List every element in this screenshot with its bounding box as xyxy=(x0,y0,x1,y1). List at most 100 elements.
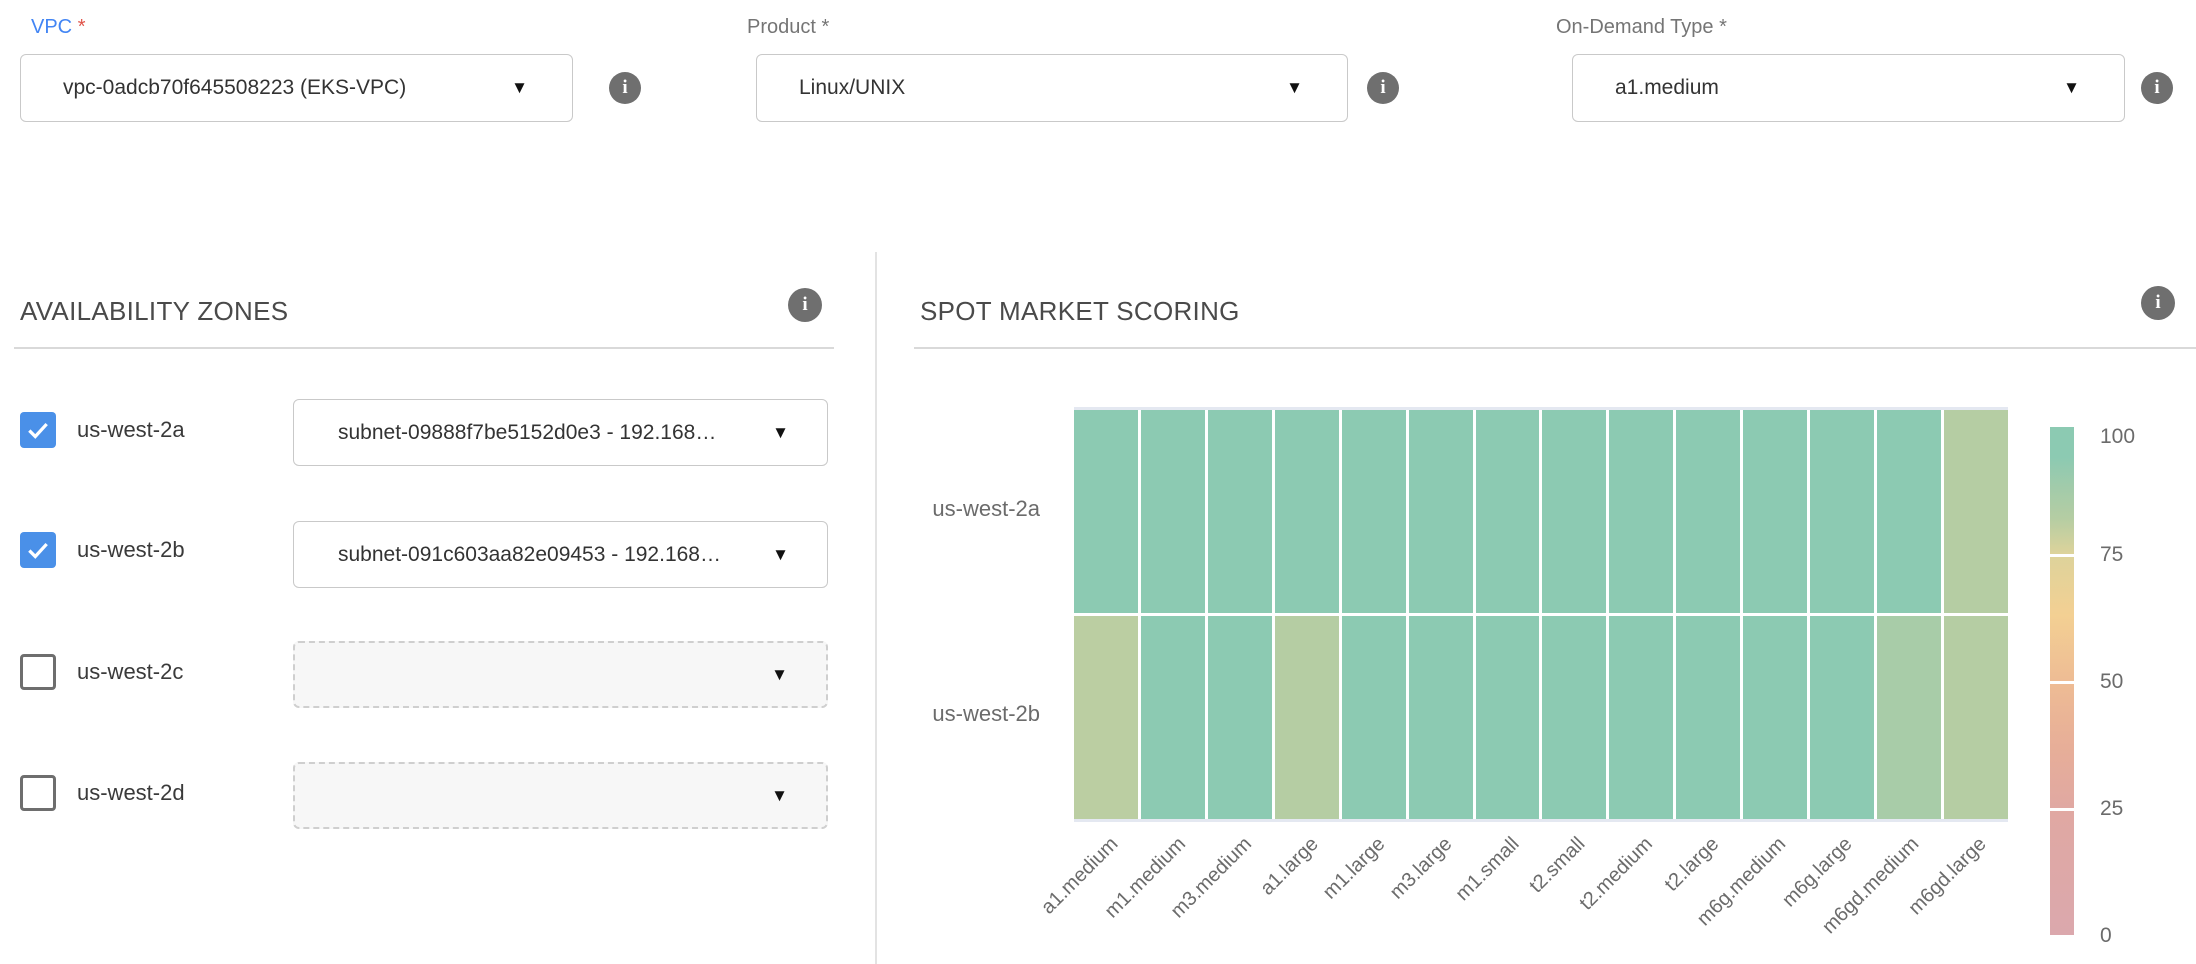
subnet-select-us-west-2a[interactable]: subnet-09888f7be5152d0e3 - 192.168… ▼ xyxy=(293,399,828,466)
zone-label-us-west-2a: us-west-2a xyxy=(77,417,185,443)
availability-zones-info-icon[interactable]: i xyxy=(788,288,822,322)
color-scale-break xyxy=(2050,554,2074,557)
chevron-down-icon: ▼ xyxy=(772,545,789,565)
product-select[interactable]: Linux/UNIX ▼ xyxy=(756,54,1348,122)
heatmap-cell-us-west-2a-a1.large xyxy=(1275,410,1339,613)
spot-market-rule xyxy=(914,347,2196,349)
x-axis-label: m3.large xyxy=(1386,833,1457,904)
subnet-select-us-west-2d[interactable]: ▼ xyxy=(293,762,828,829)
heatmap xyxy=(1074,407,2008,822)
chevron-down-icon: ▼ xyxy=(2063,78,2080,98)
checkbox-us-west-2d[interactable] xyxy=(20,775,56,811)
spot-configuration-page: VPC * vpc-0adcb70f645508223 (EKS-VPC) ▼ … xyxy=(0,0,2196,964)
product-label: Product * xyxy=(747,16,829,39)
availability-zones-title: AVAILABILITY ZONES xyxy=(20,296,288,327)
heatmap-cell-us-west-2a-m3.medium xyxy=(1208,410,1272,613)
x-axis-label: a1.large xyxy=(1256,833,1323,900)
checkmark-icon xyxy=(25,537,51,563)
color-scale-break xyxy=(2050,681,2074,684)
info-glyph: i xyxy=(802,294,807,316)
heatmap-cell-us-west-2b-t2.medium xyxy=(1609,616,1673,819)
y-axis-label: us-west-2a xyxy=(920,407,1040,612)
heatmap-cell-us-west-2a-m6g.medium xyxy=(1743,410,1807,613)
color-scale-break xyxy=(2050,808,2074,811)
x-axis-label: t2.medium xyxy=(1575,833,1657,915)
heatmap-x-axis: a1.mediumm1.mediumm3.mediuma1.largem1.la… xyxy=(1074,833,2008,953)
color-scale-tick-label: 0 xyxy=(2100,924,2112,948)
subnet-select-value: subnet-091c603aa82e09453 - 192.168… xyxy=(338,543,721,567)
color-scale-tick-label: 50 xyxy=(2100,670,2123,694)
info-glyph: i xyxy=(622,77,627,99)
heatmap-cell-us-west-2b-m6g.large xyxy=(1810,616,1874,819)
heatmap-cell-us-west-2b-m3.large xyxy=(1409,616,1473,819)
vpc-label: VPC * xyxy=(31,16,85,39)
heatmap-cell-us-west-2b-m1.large xyxy=(1342,616,1406,819)
heatmap-cell-us-west-2b-m3.medium xyxy=(1208,616,1272,819)
heatmap-cell-us-west-2a-a1.medium xyxy=(1074,410,1138,613)
chevron-down-icon: ▼ xyxy=(771,786,788,806)
checkbox-us-west-2b[interactable] xyxy=(20,532,56,568)
checkbox-us-west-2c[interactable] xyxy=(20,654,56,690)
chevron-down-icon: ▼ xyxy=(772,423,789,443)
on-demand-type-info-icon[interactable]: i xyxy=(2141,72,2173,104)
subnet-select-value: subnet-09888f7be5152d0e3 - 192.168… xyxy=(338,421,716,445)
vpc-info-icon[interactable]: i xyxy=(609,72,641,104)
heatmap-cell-us-west-2b-m1.small xyxy=(1476,616,1540,819)
heatmap-cell-us-west-2a-m3.large xyxy=(1409,410,1473,613)
heatmap-cell-us-west-2a-t2.medium xyxy=(1609,410,1673,613)
x-axis-label: t2.small xyxy=(1526,833,1591,898)
heatmap-cell-us-west-2b-m1.medium xyxy=(1141,616,1205,819)
section-divider xyxy=(875,252,877,964)
heatmap-cell-us-west-2a-m1.medium xyxy=(1141,410,1205,613)
zone-label-us-west-2d: us-west-2d xyxy=(77,780,185,806)
on-demand-type-select[interactable]: a1.medium ▼ xyxy=(1572,54,2125,122)
heatmap-y-axis: us-west-2aus-west-2b xyxy=(920,407,1040,816)
on-demand-type-label-text: On-Demand Type xyxy=(1556,16,1714,38)
heatmap-cell-us-west-2b-t2.small xyxy=(1542,616,1606,819)
product-select-value: Linux/UNIX xyxy=(799,76,905,100)
heatmap-cell-us-west-2a-m1.large xyxy=(1342,410,1406,613)
zone-label-us-west-2c: us-west-2c xyxy=(77,659,183,685)
availability-zones-rule xyxy=(14,347,834,349)
subnet-select-us-west-2b[interactable]: subnet-091c603aa82e09453 - 192.168… ▼ xyxy=(293,521,828,588)
required-asterisk: * xyxy=(822,16,830,38)
color-scale-tick-label: 75 xyxy=(2100,543,2123,567)
x-axis-label: m1.small xyxy=(1451,833,1524,906)
color-scale-tick-label: 25 xyxy=(2100,797,2123,821)
checkmark-icon xyxy=(25,417,51,443)
info-glyph: i xyxy=(2154,77,2159,99)
zone-label-us-west-2b: us-west-2b xyxy=(77,537,185,563)
chevron-down-icon: ▼ xyxy=(771,665,788,685)
chevron-down-icon: ▼ xyxy=(1286,78,1303,98)
heatmap-cell-us-west-2b-m6g.medium xyxy=(1743,616,1807,819)
required-asterisk: * xyxy=(1719,16,1727,38)
color-scale-bar xyxy=(2050,427,2074,935)
x-axis-label: m1.large xyxy=(1319,833,1390,904)
heatmap-cell-us-west-2b-a1.large xyxy=(1275,616,1339,819)
product-info-icon[interactable]: i xyxy=(1367,72,1399,104)
vpc-select-value: vpc-0adcb70f645508223 (EKS-VPC) xyxy=(63,76,406,100)
product-label-text: Product xyxy=(747,16,816,38)
info-glyph: i xyxy=(2155,292,2160,314)
heatmap-cell-us-west-2a-m6g.large xyxy=(1810,410,1874,613)
required-asterisk: * xyxy=(78,16,86,38)
spot-market-info-icon[interactable]: i xyxy=(2141,286,2175,320)
heatmap-cell-us-west-2b-m6gd.large xyxy=(1944,616,2008,819)
on-demand-type-select-value: a1.medium xyxy=(1615,76,1719,100)
spot-market-scoring-title: SPOT MARKET SCORING xyxy=(920,296,1240,327)
subnet-select-us-west-2c[interactable]: ▼ xyxy=(293,641,828,708)
heatmap-cell-us-west-2a-m1.small xyxy=(1476,410,1540,613)
checkbox-us-west-2a[interactable] xyxy=(20,412,56,448)
heatmap-cell-us-west-2b-a1.medium xyxy=(1074,616,1138,819)
heatmap-cell-us-west-2a-t2.small xyxy=(1542,410,1606,613)
heatmap-cell-us-west-2b-m6gd.medium xyxy=(1877,616,1941,819)
vpc-label-text: VPC xyxy=(31,16,72,38)
heatmap-cell-us-west-2a-m6gd.large xyxy=(1944,410,2008,613)
info-glyph: i xyxy=(1380,77,1385,99)
vpc-select[interactable]: vpc-0adcb70f645508223 (EKS-VPC) ▼ xyxy=(20,54,573,122)
chevron-down-icon: ▼ xyxy=(511,78,528,98)
heatmap-cell-us-west-2a-t2.large xyxy=(1676,410,1740,613)
heatmap-cell-us-west-2a-m6gd.medium xyxy=(1877,410,1941,613)
heatmap-cell-us-west-2b-t2.large xyxy=(1676,616,1740,819)
y-axis-label: us-west-2b xyxy=(920,612,1040,817)
